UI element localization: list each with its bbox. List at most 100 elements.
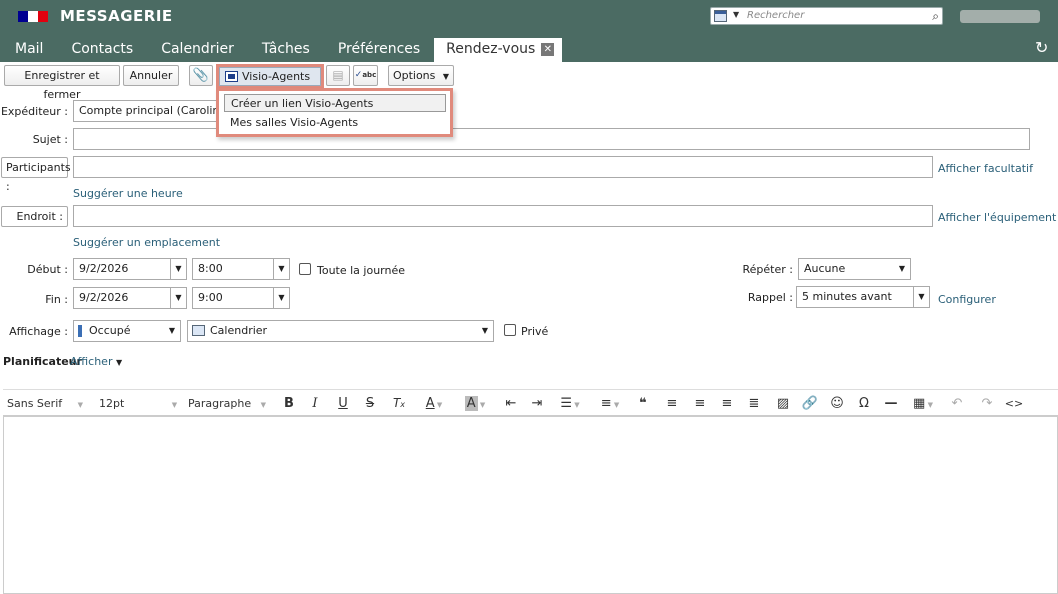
private-checkbox[interactable] — [504, 324, 516, 336]
tab-calendar[interactable]: Calendrier — [147, 38, 248, 62]
republique-flag-logo — [18, 11, 48, 22]
end-date-input[interactable]: 9/2/2026 ▼ — [73, 287, 187, 309]
background-color-icon[interactable]: A ▼ — [457, 390, 493, 417]
reminder-select[interactable]: 5 minutes avant ▼ — [796, 286, 930, 308]
participants-input[interactable] — [73, 156, 933, 178]
suggest-location-link[interactable]: Suggérer un emplacement — [73, 236, 220, 249]
chevron-down-icon[interactable]: ▼ — [273, 288, 289, 308]
my-visio-rooms-item[interactable]: Mes salles Visio-Agents — [224, 114, 446, 132]
bold-icon[interactable]: B — [279, 390, 299, 417]
location-button[interactable]: Endroit : — [1, 206, 68, 227]
app-title: MESSAGERIE — [60, 7, 173, 25]
align-right-icon[interactable]: ≡ — [717, 390, 737, 417]
printer-icon[interactable]: ▤ — [326, 65, 350, 86]
tab-preferences[interactable]: Préférences — [324, 38, 434, 62]
busy-indicator — [78, 325, 82, 337]
display-value: Occupé — [89, 324, 131, 337]
visio-agents-label: Visio-Agents — [242, 70, 311, 83]
location-input[interactable] — [73, 205, 933, 227]
tab-mail[interactable]: Mail — [0, 38, 57, 62]
user-account-menu[interactable] — [960, 10, 1040, 23]
align-left-icon[interactable]: ≡ — [662, 390, 682, 417]
spellcheck-icon[interactable]: ✓abc — [353, 65, 378, 86]
start-time-input[interactable]: 8:00 ▼ — [192, 258, 290, 280]
close-tab-icon[interactable]: ✕ — [541, 43, 555, 56]
tab-contacts[interactable]: Contacts — [57, 38, 147, 62]
blockquote-icon[interactable]: ❝ — [633, 390, 653, 417]
chevron-down-icon[interactable]: ▼ — [913, 287, 929, 307]
display-label: Affichage : — [9, 325, 68, 338]
subject-label: Sujet : — [32, 133, 68, 146]
message-body-editor[interactable] — [3, 416, 1058, 594]
paperclip-icon[interactable]: 📎 — [189, 65, 213, 86]
block-format-value: Paragraphe — [188, 397, 252, 410]
tab-tasks[interactable]: Tâches — [248, 38, 324, 62]
end-label: Fin : — [45, 293, 68, 306]
horizontal-rule-icon[interactable]: — — [881, 390, 901, 417]
repeat-value: Aucune — [804, 262, 846, 275]
search-icon[interactable]: ⌕ — [932, 9, 939, 24]
configure-link[interactable]: Configurer — [938, 293, 996, 306]
start-date-input[interactable]: 9/2/2026 ▼ — [73, 258, 187, 280]
chevron-down-icon: ▼ — [115, 358, 123, 367]
chevron-down-icon[interactable]: ▼ — [170, 288, 186, 308]
cancel-button[interactable]: Annuler — [123, 65, 179, 86]
repeat-label: Répéter : — [742, 263, 793, 276]
align-justify-icon[interactable]: ≣ — [744, 390, 764, 417]
show-optional-link[interactable]: Afficher facultatif — [938, 162, 1033, 175]
options-button[interactable]: Options ▼ — [388, 65, 454, 86]
search-box[interactable]: ▼ Rechercher ⌕ — [710, 7, 943, 25]
outdent-icon[interactable]: ⇤ — [501, 390, 521, 417]
numbered-list-icon[interactable]: ≡ ▼ — [595, 390, 625, 417]
undo-icon[interactable]: ↶ — [947, 390, 967, 417]
start-time-value: 8:00 — [198, 262, 223, 275]
all-day-checkbox[interactable] — [299, 263, 311, 275]
visio-agents-button[interactable]: Visio-Agents ▼ — [219, 67, 321, 99]
block-format-select[interactable]: Paragraphe ▼ — [188, 390, 270, 417]
visio-icon — [225, 71, 238, 82]
indent-icon[interactable]: ⇥ — [527, 390, 547, 417]
display-select[interactable]: Occupé ▼ — [73, 320, 181, 342]
redo-icon[interactable]: ↷ — [977, 390, 997, 417]
chevron-down-icon[interactable]: ▼ — [273, 259, 289, 279]
bullet-list-icon[interactable]: ☰ ▼ — [555, 390, 585, 417]
show-equipment-link[interactable]: Afficher l'équipement — [938, 211, 1056, 224]
font-family-select[interactable]: Sans Serif ▼ — [7, 390, 89, 417]
reminder-label: Rappel : — [747, 291, 793, 304]
create-visio-link-item[interactable]: Créer un lien Visio-Agents — [224, 94, 446, 112]
font-size-value: 12pt — [99, 397, 125, 410]
special-character-icon[interactable]: Ω — [854, 390, 874, 417]
end-time-value: 9:00 — [198, 291, 223, 304]
chevron-down-icon: ▼ — [481, 326, 489, 335]
image-icon[interactable]: ▨ — [773, 390, 793, 417]
underline-icon[interactable]: U — [333, 390, 353, 417]
repeat-select[interactable]: Aucune ▼ — [798, 258, 911, 280]
link-icon[interactable]: 🔗 — [800, 390, 820, 417]
participants-button[interactable]: Participants : — [1, 157, 71, 193]
tab-appointment-label: Rendez-vous — [446, 41, 536, 57]
save-and-close-button[interactable]: Enregistrer et fermer — [4, 65, 120, 101]
sender-select[interactable]: Compte principal (Caroline Jo — [73, 100, 218, 122]
chevron-down-icon[interactable]: ▼ — [733, 10, 739, 19]
chevron-down-icon[interactable]: ▼ — [170, 259, 186, 279]
table-icon[interactable]: ▦ ▼ — [908, 390, 938, 417]
search-input[interactable]: Rechercher — [747, 10, 804, 21]
align-center-icon[interactable]: ≡ — [690, 390, 710, 417]
strikethrough-icon[interactable]: S — [360, 390, 380, 417]
emoji-icon[interactable]: ☺ — [827, 390, 847, 417]
text-color-icon[interactable]: A ▼ — [417, 390, 451, 417]
font-size-select[interactable]: 12pt ▼ — [99, 390, 179, 417]
calendar-scope-icon[interactable] — [714, 10, 727, 22]
visio-highlight: Visio-Agents ▼ — [216, 64, 324, 99]
clear-format-icon[interactable]: Tx — [388, 390, 410, 417]
tab-appointment[interactable]: Rendez-vous ✕ — [434, 38, 563, 62]
suggest-time-link[interactable]: Suggérer une heure — [73, 187, 183, 200]
planner-show-label: Afficher — [70, 355, 113, 368]
italic-icon[interactable]: I — [305, 390, 325, 417]
planner-show-link[interactable]: Afficher ▼ — [70, 355, 122, 368]
refresh-icon[interactable]: ↻ — [1035, 38, 1048, 57]
calendar-select[interactable]: Calendrier ▼ — [187, 320, 494, 342]
source-code-icon[interactable]: <> — [1003, 390, 1025, 417]
end-time-input[interactable]: 9:00 ▼ — [192, 287, 290, 309]
calendar-icon — [192, 325, 205, 336]
